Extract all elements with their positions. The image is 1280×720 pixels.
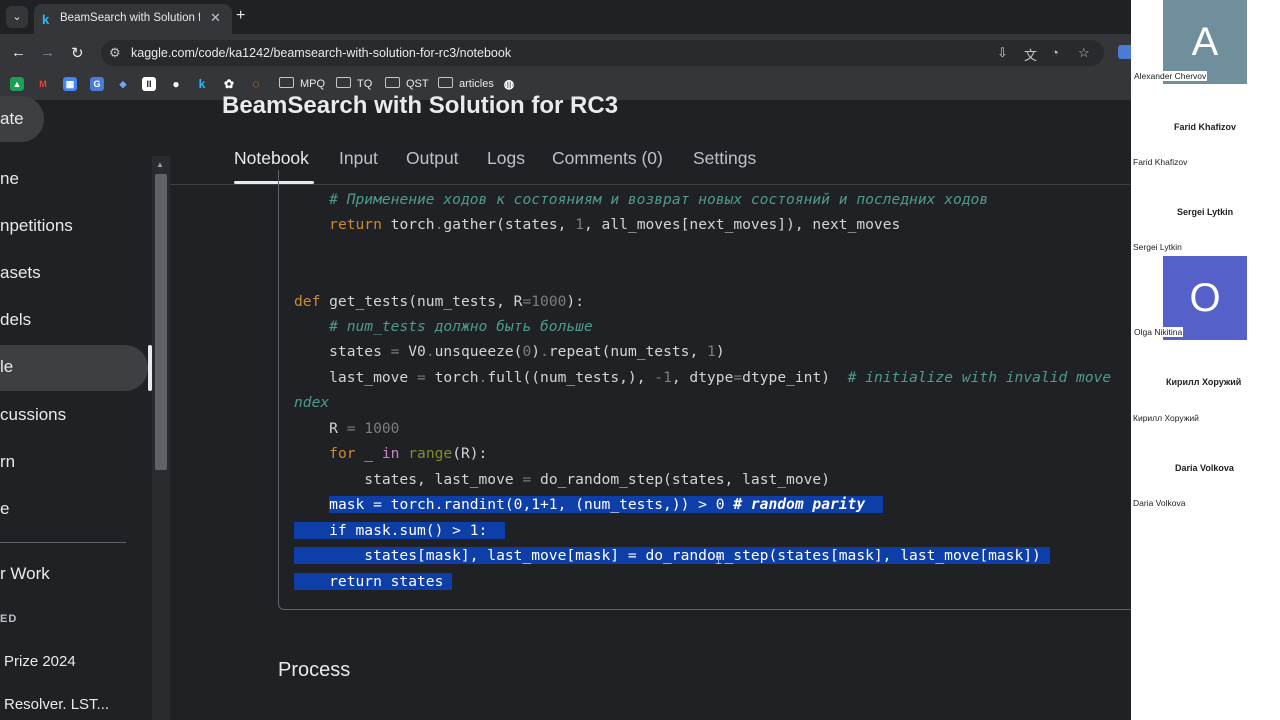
section-heading-process: Process xyxy=(278,659,351,681)
participant-name-label: Sergei Lytkin xyxy=(1133,242,1182,252)
back-arrow-icon[interactable]: ← xyxy=(11,44,26,61)
code-line: last_move = torch.full((num_tests,), -1,… xyxy=(294,369,1112,386)
code-line-selected: if mask.sum() > 1: xyxy=(294,522,505,539)
bookmark-folder-qst[interactable]: QST xyxy=(385,77,429,90)
participant-name-label: Farid Khafizov xyxy=(1133,157,1188,167)
participant-name-center: Daria Volkova xyxy=(1175,463,1234,473)
code-line: states, last_move = do_random_step(state… xyxy=(294,471,830,488)
tab-title: BeamSearch with Solution for R xyxy=(60,12,200,24)
participant-name-label: Кирилл Хоружий xyxy=(1133,413,1199,423)
install-app-icon[interactable]: ⇩ xyxy=(997,45,1008,61)
translate-bookmark-icon[interactable]: G xyxy=(90,77,104,91)
folder-icon xyxy=(385,77,400,88)
extension-icon[interactable] xyxy=(1118,45,1131,59)
sidebar-item-models[interactable]: dels xyxy=(0,310,31,330)
participant-name-label: Daria Volkova xyxy=(1133,498,1186,508)
tab-output[interactable]: Output xyxy=(406,148,459,169)
site-info-icon[interactable]: ⚙ xyxy=(109,45,121,61)
openai-icon[interactable]: ✿ xyxy=(222,77,236,91)
bookmark-folder-tq[interactable]: TQ xyxy=(336,77,372,90)
participant-name-label: Olga Nikitina xyxy=(1133,327,1184,337)
sidebar-section-label: ED xyxy=(0,613,18,625)
sidebar-item-your-work[interactable]: r Work xyxy=(0,564,50,584)
new-tab-plus-icon[interactable]: + xyxy=(236,7,245,25)
url-text[interactable]: kaggle.com/code/ka1242/beamsearch-with-s… xyxy=(131,46,511,60)
browser-tab-active[interactable]: k BeamSearch with Solution for R ✕ xyxy=(34,4,232,34)
sidebar-recent-item[interactable]: Prize 2024 xyxy=(4,653,76,670)
reload-icon[interactable]: ↻ xyxy=(71,44,84,62)
text-cursor-icon: ⌶ xyxy=(715,553,723,567)
calendar-icon[interactable]: ▦ xyxy=(63,77,77,91)
code-line: for _ in range(R): xyxy=(329,445,488,462)
sidebar-item-learn[interactable]: rn xyxy=(0,452,15,472)
folder-icon xyxy=(438,77,453,88)
sidebar-item-code[interactable]: le xyxy=(0,357,13,377)
tab-logs[interactable]: Logs xyxy=(487,148,525,169)
sidebar-recent-item[interactable]: Resolver. LST... xyxy=(4,696,109,713)
tab-settings[interactable]: Settings xyxy=(693,148,756,169)
sidebar-item-competitions[interactable]: npetitions xyxy=(0,216,73,236)
participant-name-center: Farid Khafizov xyxy=(1174,122,1237,132)
notebook-title: BeamSearch with Solution for RC3 xyxy=(222,92,619,119)
drive-icon[interactable]: ▲ xyxy=(10,77,24,91)
sidebar-active-highlight xyxy=(0,345,148,391)
participant-name-center: Sergei Lytkin xyxy=(1177,207,1234,217)
bookmark-folder-mpq[interactable]: MPQ xyxy=(279,77,325,90)
code-line: R = 1000 xyxy=(294,420,400,437)
tab-search-chevron-icon[interactable]: ⌄ xyxy=(6,6,28,28)
sidebar-item-datasets[interactable]: asets xyxy=(0,263,41,283)
bookmark-folder-articles[interactable]: articles xyxy=(438,77,494,90)
tab-input[interactable]: Input xyxy=(339,148,378,169)
kaggle-bookmark-icon[interactable]: k xyxy=(195,77,209,91)
translate-icon[interactable]: 文 xyxy=(1024,45,1037,64)
tab-comments[interactable]: Comments (0) xyxy=(552,148,663,169)
sidebar-item-home[interactable]: ne xyxy=(0,169,19,189)
code-line: states = V0.unsqueeze(0).repeat(num_test… xyxy=(294,343,725,360)
code-line: ndex xyxy=(294,394,330,411)
tab-notebook[interactable]: Notebook xyxy=(234,148,309,169)
code-line: # Применение ходов к состояниям и возвра… xyxy=(329,191,989,208)
kaggle-favicon-icon: k xyxy=(42,12,50,27)
code-line-selected: mask = torch.randint(0,1+1, (num_tests,)… xyxy=(294,492,883,517)
forward-arrow-icon[interactable]: → xyxy=(40,44,55,61)
github-icon[interactable]: ● xyxy=(169,77,183,91)
gmail-icon[interactable]: M xyxy=(36,77,50,91)
gem-bookmark-icon[interactable]: ◆ xyxy=(116,77,130,91)
sidebar-scrollbar-thumb[interactable] xyxy=(155,174,167,470)
participant-name-label: Alexander Chervov xyxy=(1133,71,1208,81)
sidebar-item-more[interactable]: e xyxy=(0,499,9,519)
folder-icon xyxy=(279,77,294,88)
code-line: def get_tests(num_tests, R=1000): xyxy=(294,293,584,310)
bookmark-star-icon[interactable]: ☆ xyxy=(1078,45,1090,61)
app-bookmark-icon[interactable]: II xyxy=(142,77,156,91)
participants-panel xyxy=(1131,0,1280,720)
code-line: return torch.gather(states, 1, all_moves… xyxy=(329,216,901,233)
jupyter-icon[interactable]: ◌ xyxy=(249,77,263,91)
globe-icon[interactable]: ◍ xyxy=(502,77,516,91)
scroll-up-arrow-icon[interactable]: ▲ xyxy=(156,160,164,169)
performance-gauge-icon[interactable]: ◔ xyxy=(1051,45,1059,60)
tab-close-icon[interactable]: ✕ xyxy=(210,10,221,26)
folder-icon xyxy=(336,77,351,88)
code-line-selected: return states xyxy=(294,573,453,590)
code-line: # num_tests должно быть больше xyxy=(329,318,593,335)
sidebar-divider xyxy=(0,542,126,543)
sidebar-item-discussions[interactable]: cussions xyxy=(0,405,66,425)
code-line-selected: states[mask], last_move[mask] = do_rando… xyxy=(294,547,1050,564)
create-button-label: ate xyxy=(0,109,24,128)
participant-name-center: Кирилл Хоружий xyxy=(1166,377,1242,387)
